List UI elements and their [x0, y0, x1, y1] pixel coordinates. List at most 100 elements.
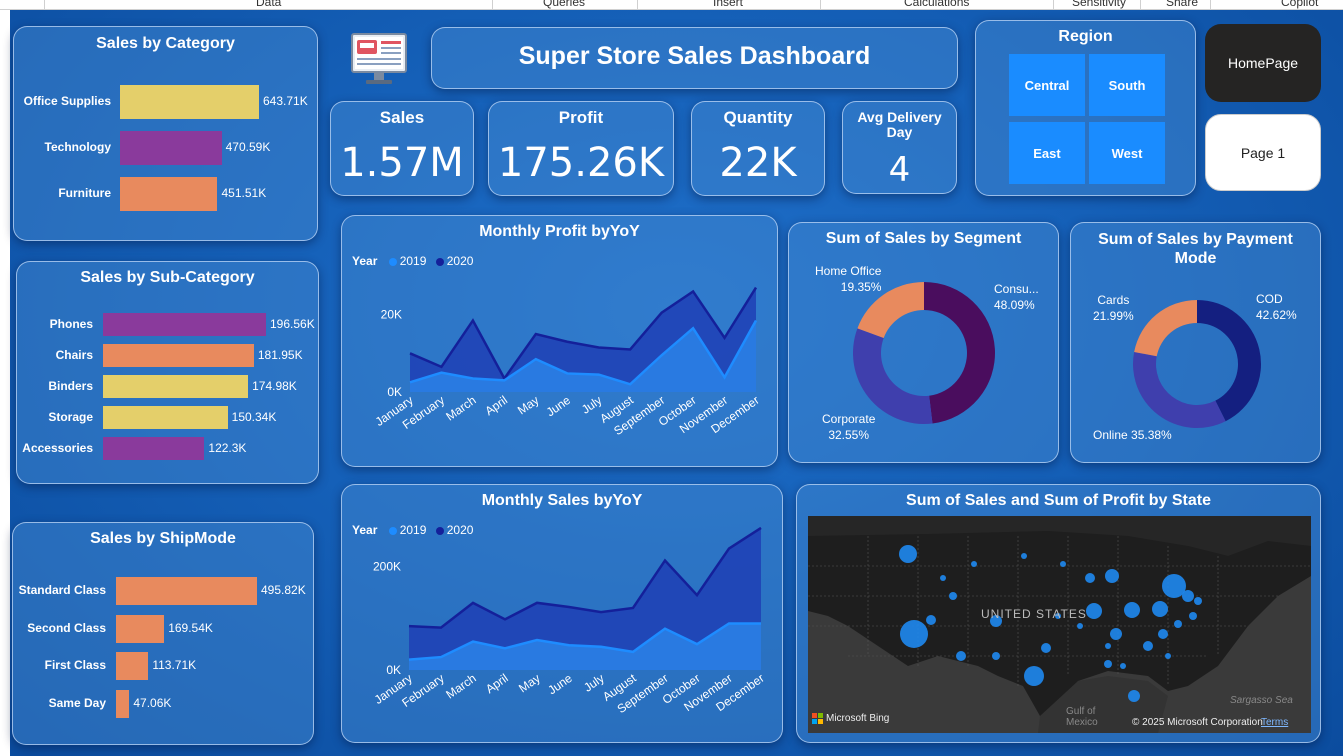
- shipmode-bar-value: 169.54K: [168, 620, 213, 635]
- category-bar-value: 643.71K: [263, 94, 308, 108]
- subcategory-bar[interactable]: [103, 313, 266, 336]
- shipmode-bar-label: First Class: [44, 658, 106, 672]
- payment-label-cod: COD 42.62%: [1256, 291, 1297, 323]
- kpi-profit-label: Profit: [558, 108, 604, 127]
- subcategory-bar-label: Storage: [48, 409, 93, 424]
- category-bar[interactable]: [120, 177, 218, 211]
- shipmode-bar-value: 495.82K: [261, 583, 306, 597]
- map-card: Sum of Sales and Sum of Profit by State: [796, 484, 1321, 743]
- x-tick-label: June: [544, 393, 574, 420]
- x-tick-label: May: [515, 393, 542, 417]
- y-tick-label: 200K: [373, 560, 401, 574]
- x-tick-label: March: [443, 671, 478, 702]
- subcategory-bar-value: 150.34K: [231, 409, 277, 424]
- payment-card: Sum of Sales by Payment Mode Cards 21.99…: [1070, 222, 1321, 463]
- shipmode-bar-label: Standard Class: [18, 583, 106, 597]
- shipmode-bar[interactable]: [116, 577, 257, 605]
- category-bar-label: Furniture: [58, 186, 111, 200]
- subcategory-bar-value: 196.56K: [270, 316, 315, 331]
- subcategory-bar[interactable]: [103, 344, 254, 367]
- donut-slice-corporate: [853, 328, 933, 424]
- profit-chart-card: Monthly Profit byYoY Year 2019 2020 0K 20…: [341, 215, 778, 467]
- monitor-icon: [350, 30, 408, 88]
- payment-label-online: Online 35.38%: [1093, 427, 1172, 443]
- shipmode-bar[interactable]: [116, 689, 130, 718]
- segment-card: Sum of Sales by Segment Home Office 19.3…: [788, 222, 1059, 463]
- segment-consumer-pct: 48.09%: [994, 298, 1035, 312]
- region-tile-east[interactable]: East: [1009, 122, 1085, 184]
- subcategory-bar[interactable]: [103, 437, 205, 460]
- segment-consumer-name: Consu...: [994, 282, 1039, 296]
- shipmode-bar[interactable]: [116, 652, 149, 680]
- payment-cod-pct: 42.62%: [1256, 308, 1297, 322]
- subcategory-bar-value: 122.3K: [208, 440, 247, 455]
- homepage-button[interactable]: HomePage: [1205, 24, 1321, 102]
- ribbon-tab-data[interactable]: Data: [256, 0, 281, 9]
- x-tick-label: April: [482, 393, 510, 418]
- segment-label-consumer: Consu... 48.09%: [994, 281, 1039, 313]
- bing-logo: Microsoft Bing: [812, 713, 889, 724]
- header-card: Super Store Sales Dashboard: [431, 27, 958, 89]
- y-tick-label: 0K: [386, 663, 401, 677]
- category-bar-label: Office Supplies: [23, 94, 111, 108]
- ribbon-tab-queries[interactable]: Queries: [543, 0, 585, 9]
- ribbon-tab-copilot[interactable]: Copilot: [1281, 0, 1318, 9]
- kpi-profit-card: Profit 175.26K: [488, 101, 674, 196]
- y-tick-label: 20K: [381, 308, 402, 322]
- kpi-quantity-label: Quantity: [723, 108, 793, 127]
- page-title: Super Store Sales Dashboard: [518, 42, 871, 70]
- ribbon-tab-calculations[interactable]: Calculations: [904, 0, 969, 9]
- payment-online-name: Online: [1093, 428, 1128, 442]
- region-tile-central[interactable]: Central: [1009, 54, 1085, 116]
- ribbon-tab-sensitivity[interactable]: Sensitivity: [1072, 0, 1126, 9]
- subcategory-bar[interactable]: [103, 375, 249, 398]
- kpi-delivery-label: Avg Delivery Day: [857, 109, 942, 140]
- kpi-quantity-card: Quantity 22K: [691, 101, 825, 196]
- category-card: Sales by Category Office Supplies 643.71K…: [13, 26, 318, 241]
- shipmode-bar-label: Same Day: [48, 695, 106, 710]
- profit-area-chart: 0K20KJanuaryFebruaryMarch April May June Jul…: [373, 286, 762, 438]
- ribbon-tab-insert[interactable]: Insert: [713, 0, 743, 9]
- donut-slice-cards: [1134, 300, 1197, 357]
- category-bar-value: 451.51K: [221, 186, 267, 200]
- subcategory-bar-value: 181.95K: [257, 347, 303, 362]
- sales-chart-card: Monthly Sales byYoY Year 2019 2020 0K 200…: [341, 484, 783, 743]
- segment-homeoffice-pct: 19.35%: [840, 280, 882, 294]
- category-bar-value: 470.59K: [225, 140, 271, 154]
- map-title: Sum of Sales and Sum of Profit by State: [906, 492, 1211, 509]
- region-tile-south[interactable]: South: [1089, 54, 1165, 116]
- page1-button[interactable]: Page 1: [1205, 114, 1321, 191]
- kpi-sales-card: Sales 1.57M: [330, 101, 474, 196]
- category-bar[interactable]: [120, 85, 259, 119]
- map-terms-link[interactable]: Terms: [1261, 717, 1288, 728]
- segment-homeoffice-name: Home Office: [815, 264, 882, 278]
- ribbon-tab-share[interactable]: Share: [1166, 0, 1198, 9]
- kpi-delivery-card: Avg Delivery Day 4: [842, 101, 957, 194]
- map-copyright: © 2025 Microsoft Corporation: [1132, 717, 1263, 728]
- x-tick-label: March: [443, 393, 478, 424]
- ribbon-bar: Data Queries Insert Calculations Sensiti…: [0, 0, 1343, 10]
- payment-cod-name: COD: [1256, 292, 1283, 306]
- state-map[interactable]: UNITED STATES Gulf of Mexico Sargasso Se…: [808, 516, 1311, 733]
- shipmode-bar-value: 47.06K: [133, 695, 172, 710]
- kpi-delivery-value: 4: [888, 150, 911, 190]
- shipmode-bar[interactable]: [116, 614, 165, 643]
- category-bar-label: Technology: [44, 140, 111, 154]
- subcategory-bar-label: Binders: [48, 378, 93, 393]
- category-bar[interactable]: [120, 131, 222, 165]
- y-tick-label: 0K: [387, 385, 402, 399]
- kpi-sales-label: Sales: [379, 108, 425, 127]
- segment-label-homeoffice: Home Office 19.35%: [815, 263, 881, 295]
- category-title: Sales by Category: [96, 35, 235, 52]
- bing-label: Microsoft Bing: [826, 713, 890, 724]
- region-tile-west[interactable]: West: [1089, 122, 1165, 184]
- payment-label-cards: Cards 21.99%: [1093, 292, 1134, 324]
- subcategory-title: Sales by Sub-Category: [80, 269, 255, 286]
- x-tick-label: May: [516, 671, 543, 695]
- payment-cards-name: Cards: [1097, 293, 1130, 307]
- region-slicer: Region Central South East West: [975, 20, 1196, 196]
- map-country-label: UNITED STATES: [981, 607, 1087, 621]
- kpi-sales-value: 1.57M: [340, 140, 464, 186]
- segment-corporate-pct: 32.55%: [828, 428, 870, 442]
- subcategory-bar[interactable]: [103, 406, 228, 429]
